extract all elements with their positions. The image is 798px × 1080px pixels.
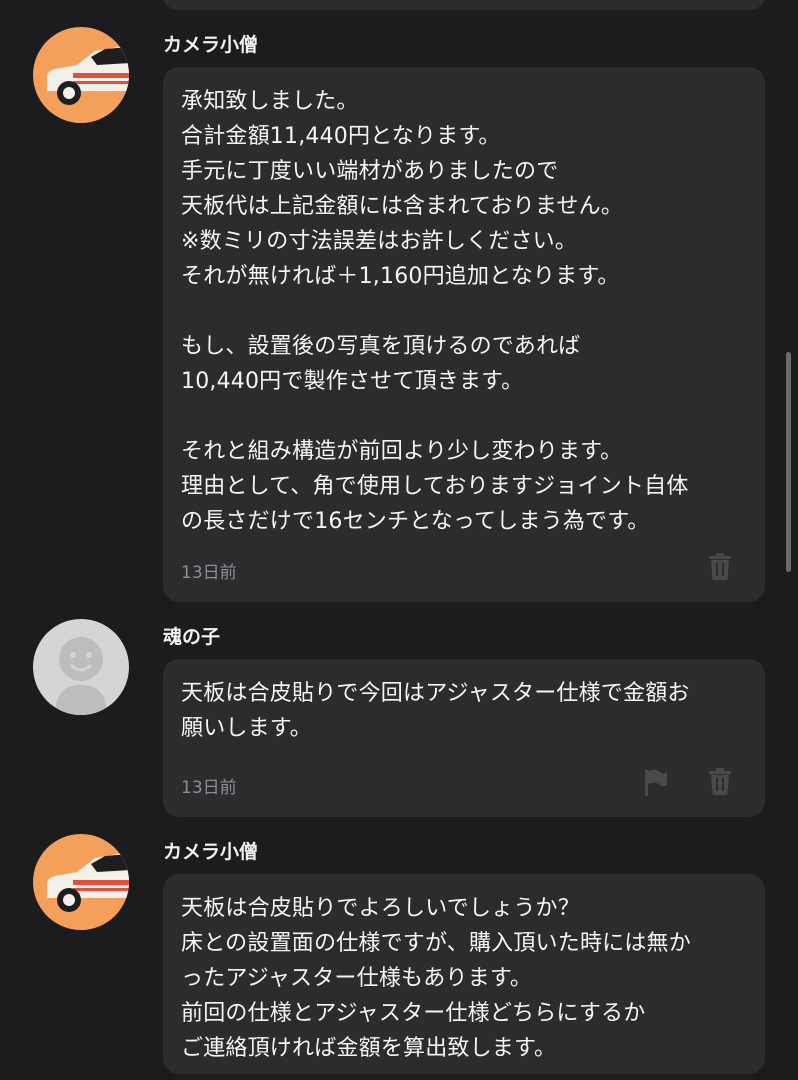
flag-icon[interactable] [641, 765, 671, 799]
message-footer: 13日前 [181, 765, 735, 799]
trash-icon[interactable] [705, 765, 735, 799]
sender-name: 魂の子 [163, 626, 221, 648]
message-footer: 13日前 [181, 550, 735, 584]
seller-avatar[interactable] [33, 834, 129, 930]
message-timestamp: 13日前 [181, 778, 237, 798]
message-bubble: 天板は合皮貼りで今回はアジャスター仕様で金額お 願いします。 13日前 [163, 659, 765, 817]
scrollbar[interactable] [786, 352, 791, 572]
message-bubble: 天板は合皮貼りでよろしいでしょうか？ 床との設置面の仕様ですが、購入頂いた時には… [163, 874, 765, 1074]
user-avatar[interactable] [33, 619, 129, 715]
message-text: 天板は合皮貼りで今回はアジャスター仕様で金額お 願いします。 [181, 681, 690, 741]
seller-avatar[interactable] [33, 27, 129, 123]
sender-name: カメラ小僧 [163, 34, 259, 56]
message-timestamp: 13日前 [181, 563, 237, 583]
sender-name: カメラ小僧 [163, 841, 259, 863]
trash-icon[interactable] [705, 550, 735, 584]
message-bubble: 承知致しました。 合計金額11,440円となります。 手元に丁度いい端材がありま… [163, 67, 765, 602]
message-text: 天板は合皮貼りでよろしいでしょうか？ 床との設置面の仕様ですが、購入頂いた時には… [181, 896, 691, 1061]
previous-message-bubble [163, 0, 765, 10]
message-text: 承知致しました。 合計金額11,440円となります。 手元に丁度いい端材がありま… [181, 89, 689, 534]
